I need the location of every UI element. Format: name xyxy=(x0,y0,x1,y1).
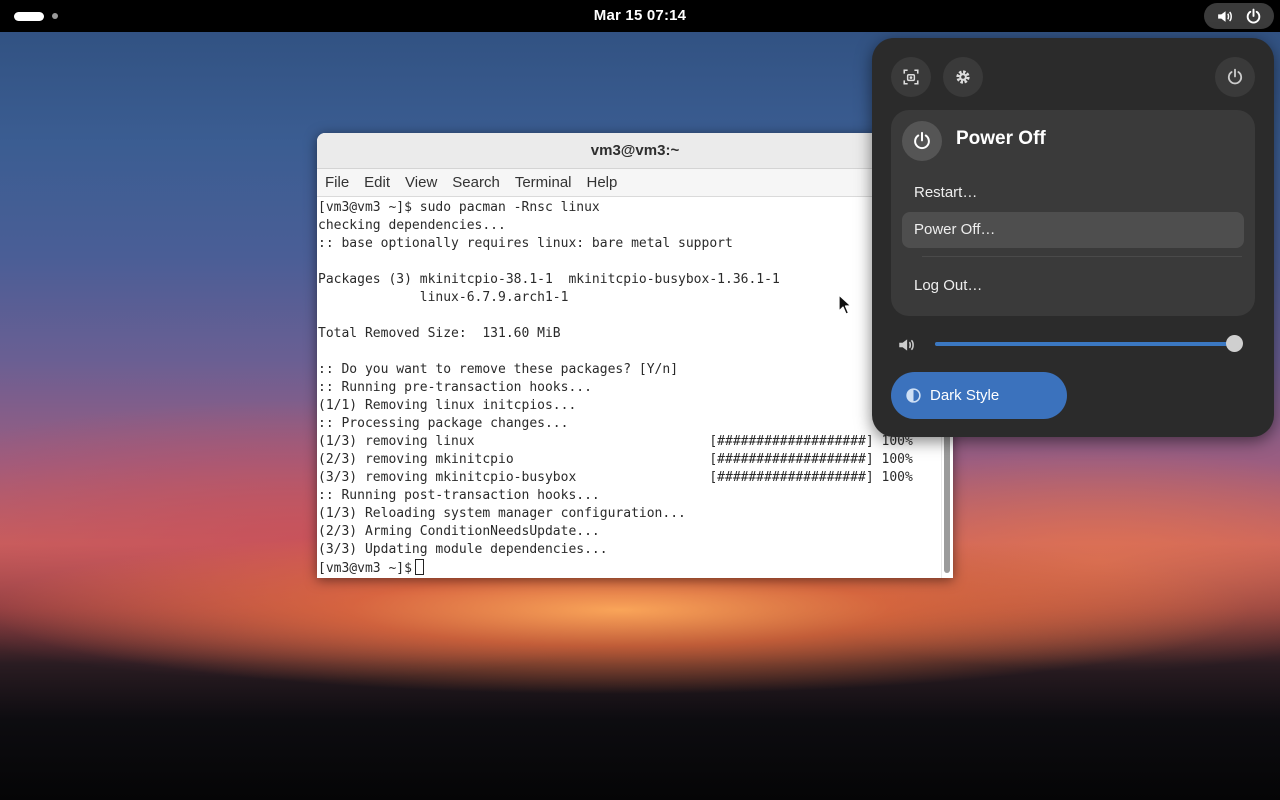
terminal-line: :: Do you want to remove these packages?… xyxy=(318,362,679,377)
screenshot-icon xyxy=(903,69,919,85)
menu-help[interactable]: Help xyxy=(587,174,626,191)
clock[interactable]: Mar 15 07:14 xyxy=(0,0,1280,32)
terminal-line: (2/3) Arming ConditionNeedsUpdate... xyxy=(318,524,600,539)
volume-icon xyxy=(899,339,914,351)
screenshot-button[interactable] xyxy=(891,57,931,97)
volume-icon xyxy=(1218,10,1232,22)
volume-slider-fill xyxy=(935,342,1241,346)
menu-edit[interactable]: Edit xyxy=(364,174,398,191)
terminal-line: :: Running pre-transaction hooks... xyxy=(318,380,592,395)
power-icon xyxy=(1246,8,1261,23)
system-menu-button[interactable] xyxy=(1204,3,1274,29)
terminal-line: :: Running post-transaction hooks... xyxy=(318,488,600,503)
dark-style-toggle[interactable]: Dark Style xyxy=(891,372,1067,419)
dark-style-label: Dark Style xyxy=(930,387,1000,404)
volume-slider-handle[interactable] xyxy=(1226,335,1243,352)
terminal-line: Total Removed Size: 131.60 MiB xyxy=(318,326,561,341)
menu-terminal[interactable]: Terminal xyxy=(515,174,580,191)
log-out-item[interactable]: Log Out… xyxy=(902,268,1244,304)
terminal-line: :: Processing package changes... xyxy=(318,416,569,431)
terminal-line: :: base optionally requires linux: bare … xyxy=(318,236,733,251)
power-menu-title: Power Off xyxy=(956,128,1046,149)
terminal-prompt: [vm3@vm3 ~]$ xyxy=(318,561,412,576)
volume-slider[interactable] xyxy=(935,342,1241,346)
mouse-pointer-icon xyxy=(838,294,852,315)
terminal-line: Packages (3) mkinitcpio-38.1-1 mkinitcpi… xyxy=(318,272,780,287)
terminal-line: (1/3) removing linux [##################… xyxy=(318,434,913,449)
window-title[interactable]: vm3@vm3:~ xyxy=(317,133,953,169)
menu-separator xyxy=(922,256,1242,257)
text-cursor xyxy=(414,559,424,575)
settings-button[interactable] xyxy=(943,57,983,97)
terminal-window[interactable]: vm3@vm3:~ File Edit View Search Terminal… xyxy=(317,133,953,578)
terminal-line: (1/1) Removing linux initcpios... xyxy=(318,398,577,413)
power-off-menu: Power Off Restart… Power Off… Log Out… xyxy=(891,110,1255,316)
terminal-line: (3/3) removing mkinitcpio-busybox [#####… xyxy=(318,470,913,485)
menu-view[interactable]: View xyxy=(405,174,445,191)
top-bar: Mar 15 07:14 xyxy=(0,0,1280,32)
menu-bar: File Edit View Search Terminal Help xyxy=(317,169,953,197)
quick-settings-panel: Power Off Restart… Power Off… Log Out… D… xyxy=(872,38,1274,437)
power-icon xyxy=(1227,68,1243,85)
gear-icon xyxy=(956,70,970,84)
terminal-line: (3/3) Updating module dependencies... xyxy=(318,542,608,557)
terminal-line: (1/3) Reloading system manager configura… xyxy=(318,506,686,521)
dark-style-icon xyxy=(906,388,921,403)
menu-file[interactable]: File xyxy=(325,174,357,191)
power-off-item[interactable]: Power Off… xyxy=(902,212,1244,248)
terminal-prompt-line[interactable]: [vm3@vm3 ~]$ xyxy=(318,559,941,577)
terminal-line: checking dependencies... xyxy=(318,218,506,233)
terminal-line: [vm3@vm3 ~]$ sudo pacman -Rnsc linux xyxy=(318,200,600,215)
power-menu-button[interactable] xyxy=(1215,57,1255,97)
restart-item[interactable]: Restart… xyxy=(902,175,1244,211)
terminal-line: (2/3) removing mkinitcpio [#############… xyxy=(318,452,913,467)
power-icon xyxy=(902,121,942,161)
menu-search[interactable]: Search xyxy=(452,174,508,191)
terminal-output[interactable]: [vm3@vm3 ~]$ sudo pacman -Rnsc linux che… xyxy=(317,197,941,578)
